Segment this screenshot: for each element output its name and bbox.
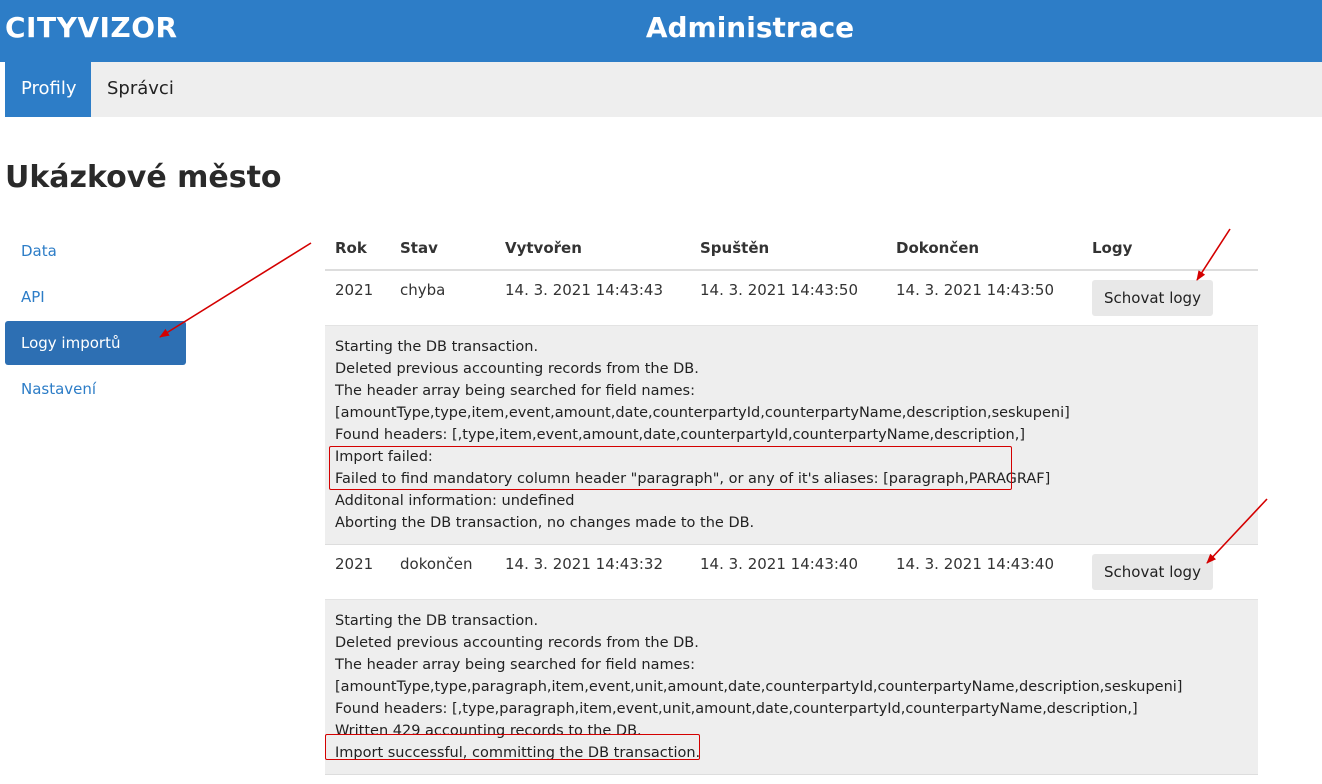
row-created: 14. 3. 2021 14:43:32	[505, 555, 664, 573]
row-started: 14. 3. 2021 14:43:40	[700, 555, 859, 573]
brand-logo[interactable]: CITYVIZOR	[5, 0, 178, 56]
table-row: 2021 chyba 14. 3. 2021 14:43:43 14. 3. 2…	[325, 271, 1258, 326]
column-header-status: Stav	[400, 239, 438, 257]
page-title: Ukázkové město	[5, 160, 282, 195]
log-line: Found headers: [,type,paragraph,item,eve…	[335, 701, 1138, 717]
hide-logs-button[interactable]: Schovat logy	[1092, 554, 1213, 590]
log-line: Additonal information: undefined	[335, 493, 575, 509]
top-header: CITYVIZOR Administrace	[0, 0, 1322, 62]
row-finished: 14. 3. 2021 14:43:40	[896, 555, 1055, 573]
highlight-box-import-failed	[329, 446, 1012, 490]
import-log-table: Rok Stav Vytvořen Spuštěn Dokončen Logy …	[325, 229, 1258, 775]
row-finished: 14. 3. 2021 14:43:50	[896, 281, 1055, 299]
column-header-finished: Dokončen	[896, 239, 980, 257]
log-line: Deleted previous accounting records from…	[335, 361, 699, 377]
log-line: Starting the DB transaction.	[335, 339, 539, 355]
row-year: 2021	[335, 281, 374, 299]
log-output: Starting the DB transaction. Deleted pre…	[325, 326, 1258, 545]
log-line: [amountType,type,paragraph,item,event,un…	[335, 679, 1183, 695]
row-status: chyba	[400, 281, 446, 299]
log-line: Aborting the DB transaction, no changes …	[335, 515, 755, 531]
log-line: Deleted previous accounting records from…	[335, 635, 699, 651]
column-header-started: Spuštěn	[700, 239, 770, 257]
sidebar-item-import-logs[interactable]: Logy importů	[5, 321, 186, 365]
log-line: The header array being searched for fiel…	[335, 657, 695, 673]
log-line: [amountType,type,item,event,amount,date,…	[335, 405, 1070, 421]
column-header-created: Vytvořen	[505, 239, 582, 257]
column-header-logs: Logy	[1092, 239, 1133, 257]
row-year: 2021	[335, 555, 374, 573]
sidebar: Data API Logy importů Nastavení	[5, 229, 186, 413]
tab-profily[interactable]: Profily	[5, 62, 91, 117]
column-header-year: Rok	[335, 239, 367, 257]
table-row: 2021 dokončen 14. 3. 2021 14:43:32 14. 3…	[325, 545, 1258, 600]
highlight-box-import-successful	[325, 734, 700, 760]
log-line: The header array being searched for fiel…	[335, 383, 695, 399]
sidebar-item-data[interactable]: Data	[5, 229, 186, 273]
main-nav: Profily Správci	[5, 62, 1322, 117]
tab-spravci[interactable]: Správci	[91, 62, 191, 117]
hide-logs-button[interactable]: Schovat logy	[1092, 280, 1213, 316]
row-created: 14. 3. 2021 14:43:43	[505, 281, 664, 299]
log-line: Starting the DB transaction.	[335, 613, 539, 629]
row-started: 14. 3. 2021 14:43:50	[700, 281, 859, 299]
sidebar-item-api[interactable]: API	[5, 275, 186, 319]
log-line: Found headers: [,type,item,event,amount,…	[335, 427, 1026, 443]
sidebar-item-settings[interactable]: Nastavení	[5, 367, 186, 411]
table-header: Rok Stav Vytvořen Spuštěn Dokončen Logy	[325, 229, 1258, 271]
row-status: dokončen	[400, 555, 473, 573]
app-title: Administrace	[645, 11, 855, 44]
